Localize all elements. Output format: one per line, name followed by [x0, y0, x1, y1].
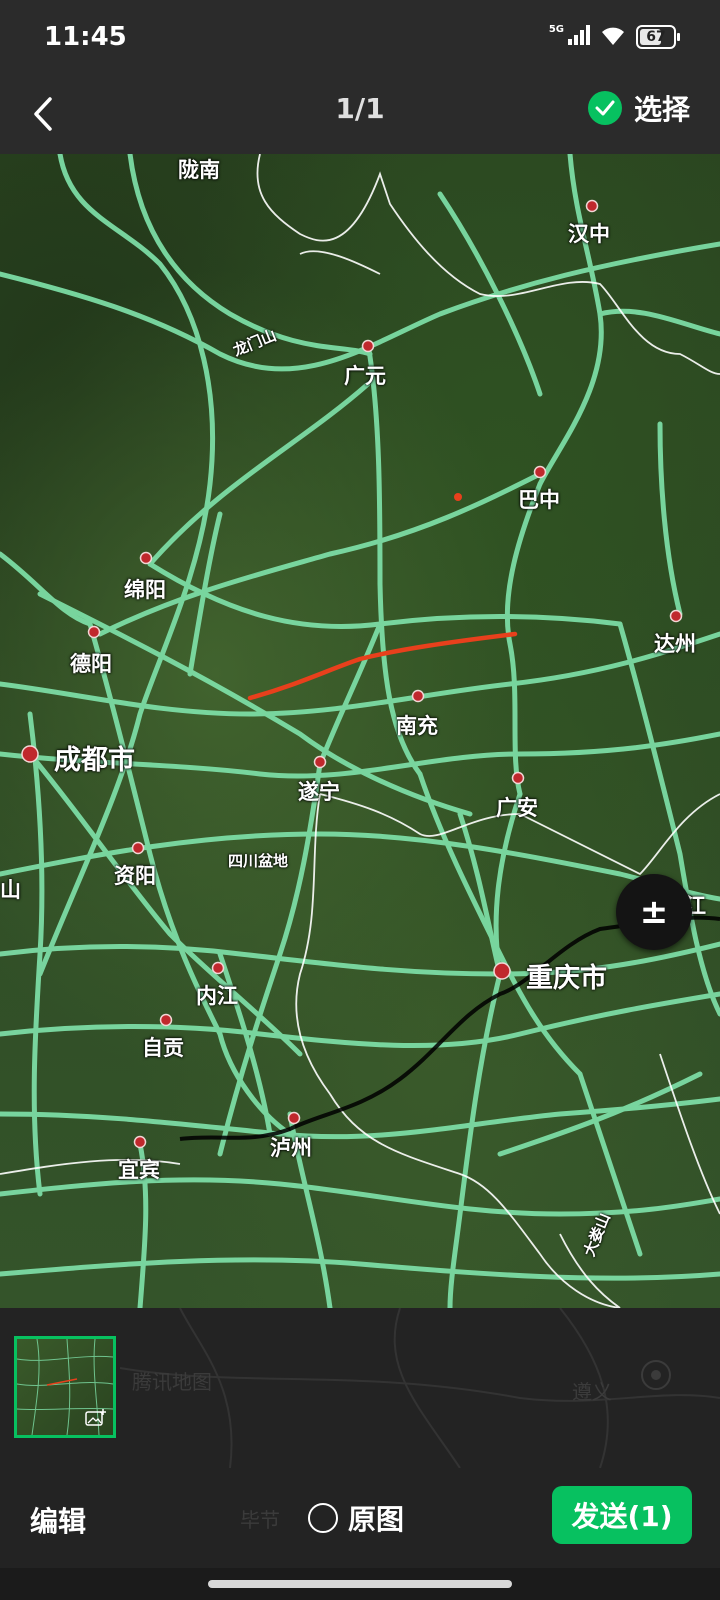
edit-button[interactable]: 编辑 — [30, 1500, 86, 1540]
city-label: 汉中 — [568, 222, 610, 246]
wifi-icon — [600, 25, 626, 49]
city-label: 内江 — [196, 984, 238, 1008]
city-label: 南充 — [396, 714, 438, 738]
battery-icon: 67 — [636, 25, 680, 49]
home-indicator[interactable] — [208, 1580, 512, 1588]
thumbnail-strip: 腾讯地图 遵义 — [0, 1308, 720, 1468]
city-label: 陇南 — [178, 158, 220, 182]
edit-image-icon — [85, 1409, 106, 1426]
status-time: 11:45 — [44, 22, 127, 52]
city-label: 德阳 — [70, 652, 112, 676]
city-label: 巴中 — [518, 488, 560, 512]
city-label: 遂宁 — [298, 780, 340, 804]
map-watermark: 腾讯地图 — [132, 1370, 212, 1394]
image-thumbnail[interactable] — [14, 1336, 116, 1438]
signal-icon — [568, 25, 590, 49]
city-label: 广元 — [344, 364, 386, 388]
city-label: 自贡 — [142, 1036, 184, 1060]
bottom-toolbar: 编辑 毕节 原图 发送(1) — [0, 1468, 720, 1568]
select-label: 选择 — [633, 93, 690, 126]
city-label: 山 — [0, 878, 21, 902]
viewer-header: 1/1 选择 — [0, 74, 720, 154]
map-image[interactable]: 陇南 汉中 龙门山 广元 巴中 绵阳 达州 德阳 南充 成都市 遂宁 广安 资阳… — [0, 154, 720, 1308]
city-label: 宜宾 — [118, 1158, 160, 1182]
original-image-toggle[interactable]: 原图 — [308, 1498, 404, 1538]
battery-level: 67 — [646, 29, 666, 45]
ghost-city-label: 遵义 — [572, 1380, 612, 1404]
city-label: 绵阳 — [124, 578, 166, 602]
ghost-city-label: 毕节 — [240, 1508, 280, 1532]
status-icons: 5G 67 — [548, 22, 680, 52]
city-label: 资阳 — [114, 864, 156, 888]
road-network — [0, 154, 720, 1308]
city-label: 泸州 — [270, 1136, 312, 1160]
original-image-label: 原图 — [348, 1503, 405, 1536]
zoom-button[interactable]: ± — [616, 874, 692, 950]
city-label: 达州 — [654, 632, 696, 656]
network-type: 5G — [548, 23, 564, 35]
select-button[interactable]: 选择 — [587, 88, 690, 128]
status-bar: 11:45 5G 67 — [0, 0, 720, 74]
send-button[interactable]: 发送(1) — [552, 1486, 692, 1544]
radio-circle-icon — [308, 1503, 338, 1533]
city-label: 成都市 — [54, 745, 135, 776]
city-label: 重庆市 — [526, 963, 607, 994]
city-label: 四川盆地 — [228, 852, 289, 870]
check-circle-icon — [587, 91, 622, 125]
city-label: 广安 — [496, 796, 538, 820]
